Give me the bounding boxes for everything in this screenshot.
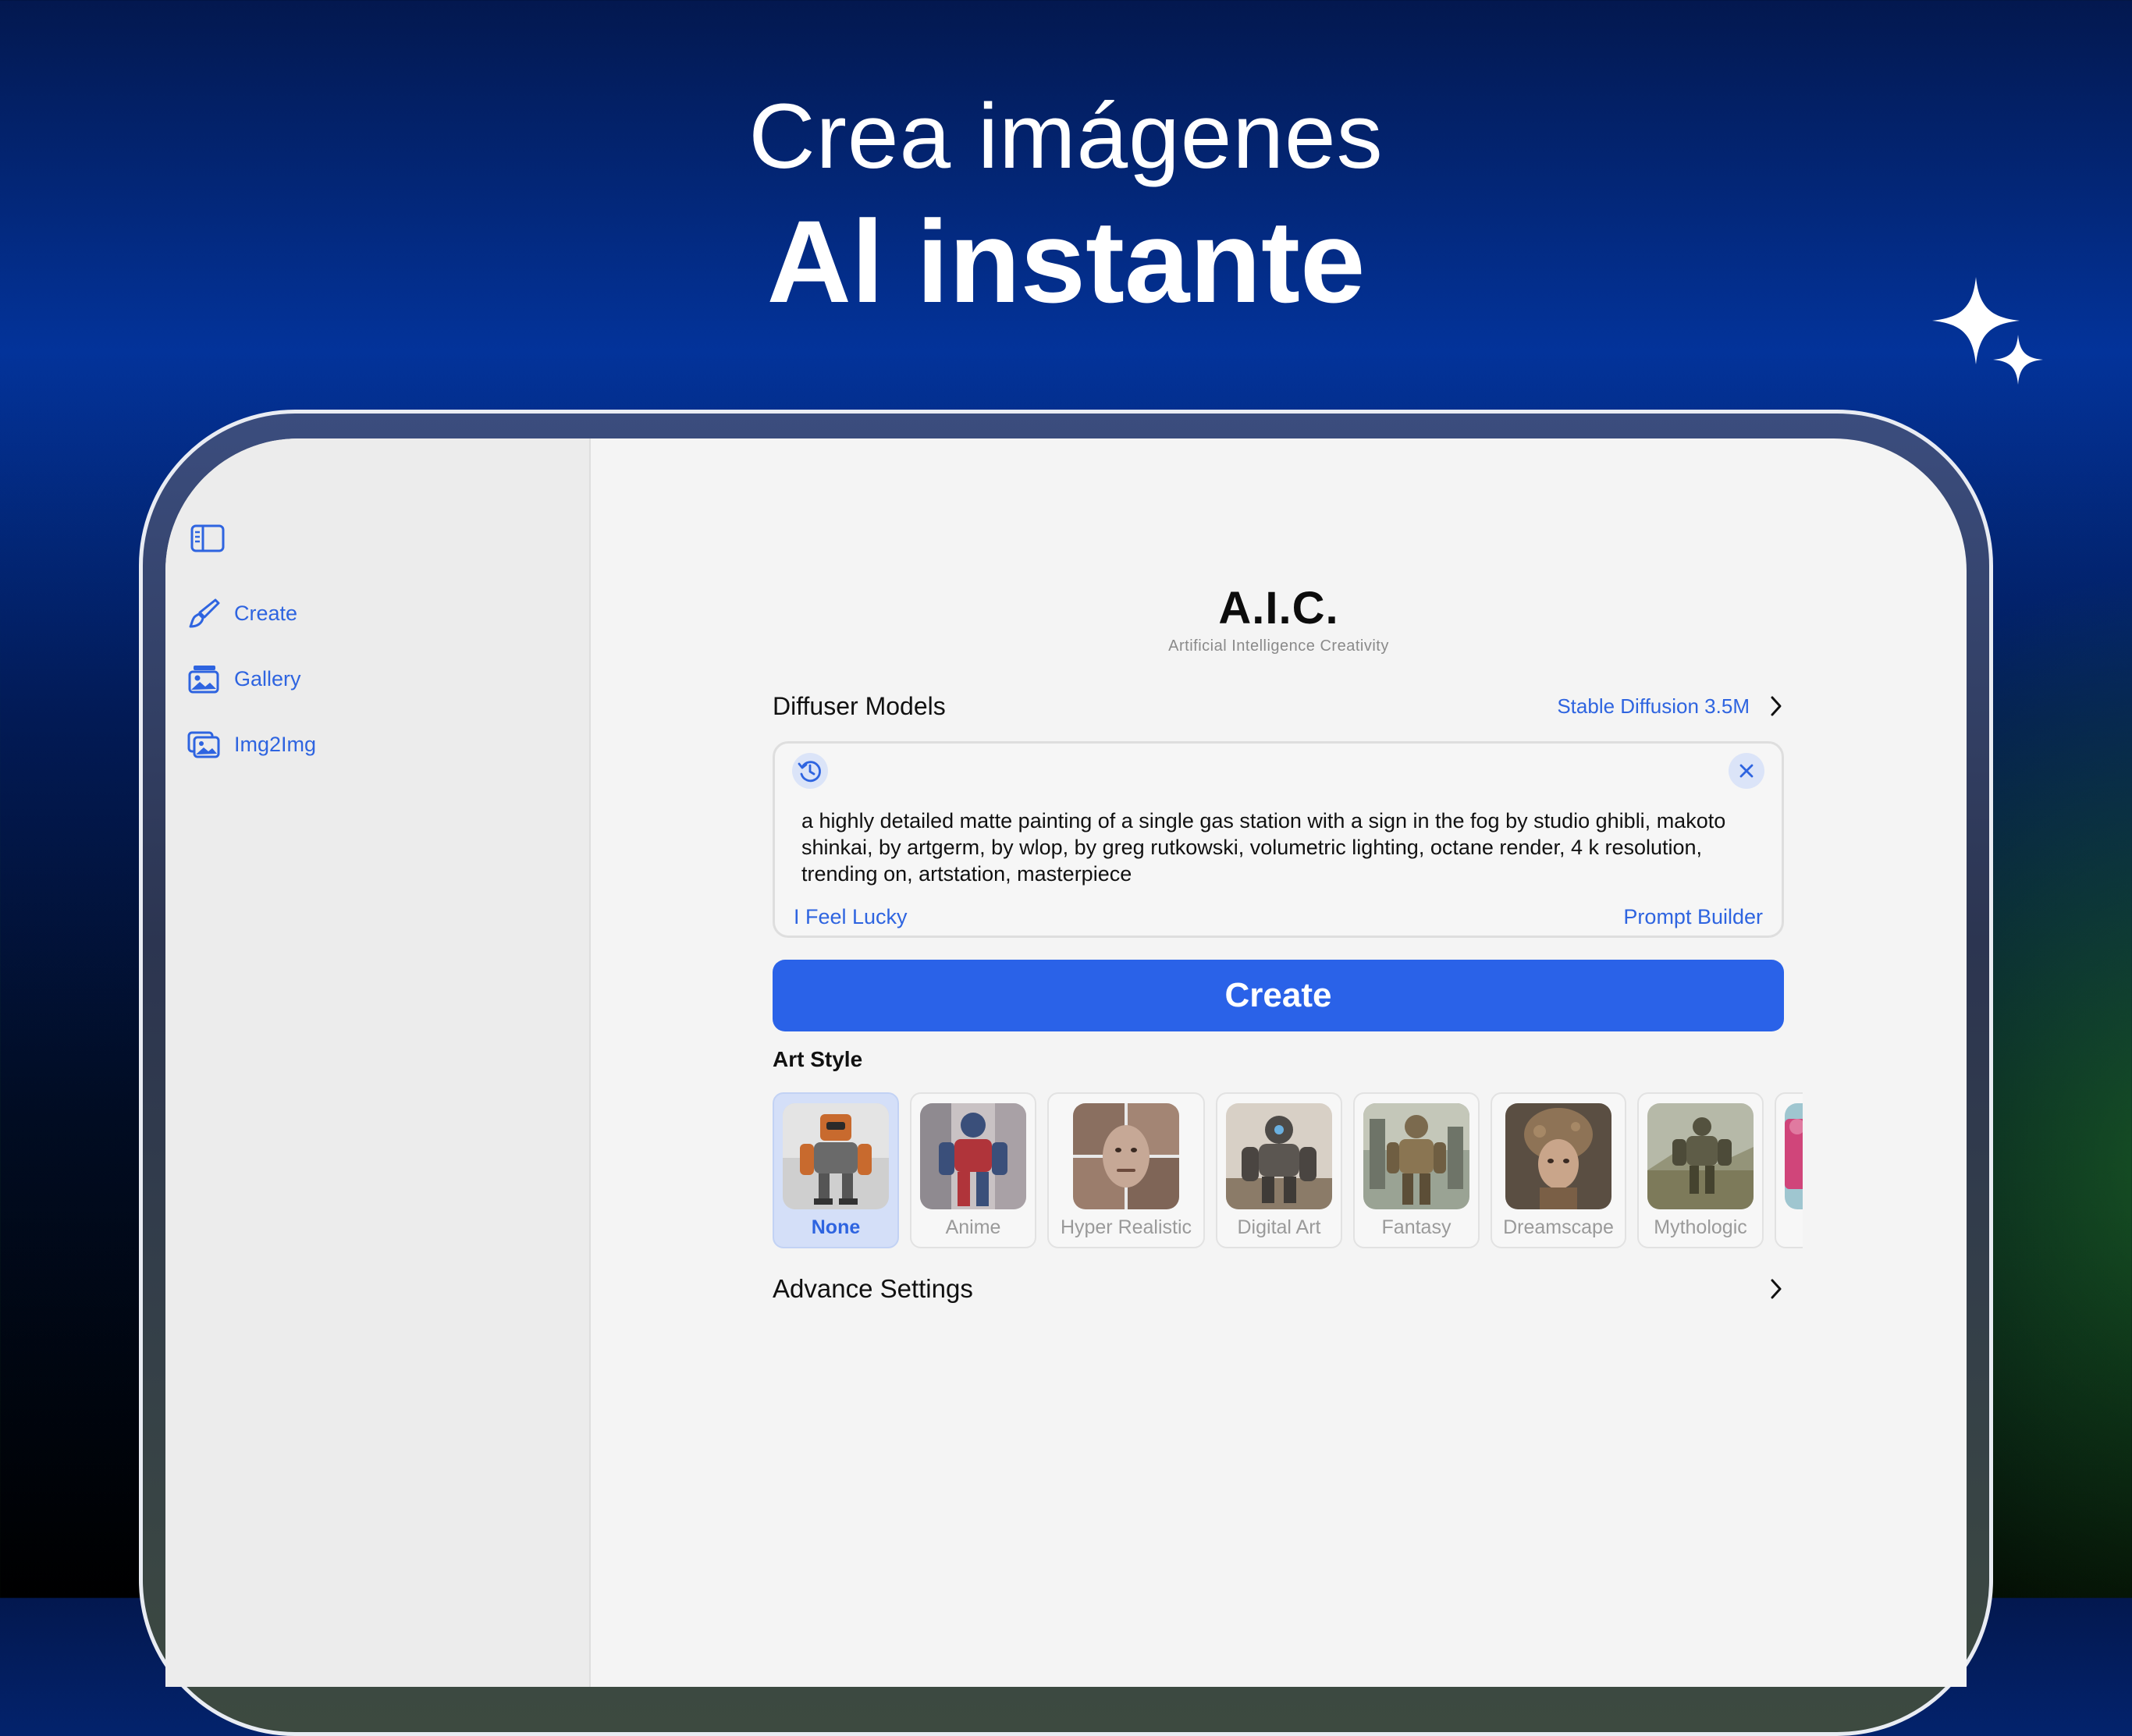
sidebar-item-gallery[interactable]: Gallery xyxy=(187,655,301,702)
history-button[interactable] xyxy=(792,753,828,789)
app-screen: Create Gallery Img2Img A.I.C. Artificial… xyxy=(165,438,1967,1687)
prompt-input[interactable]: a highly detailed matte painting of a si… xyxy=(801,808,1750,887)
paintbrush-icon xyxy=(189,598,220,628)
chevron-right-icon xyxy=(1771,1279,1782,1299)
sidebar-item-img2img[interactable]: Img2Img xyxy=(187,721,316,768)
chevron-right-icon xyxy=(1771,696,1782,716)
style-card-anime[interactable]: Anime xyxy=(910,1092,1036,1248)
hero-title: Crea imágenes xyxy=(748,85,1384,188)
prompt-box: a highly detailed matte painting of a si… xyxy=(773,741,1784,938)
photo-stack-icon xyxy=(187,731,220,758)
style-thumbnail-dreamscape xyxy=(1505,1103,1611,1209)
style-label: Mythologic xyxy=(1654,1216,1747,1238)
style-label: Dreamscape xyxy=(1503,1216,1614,1238)
art-style-title: Art Style xyxy=(773,1047,863,1071)
style-label: Anime xyxy=(945,1216,1001,1238)
sidebar: Create Gallery Img2Img xyxy=(165,438,591,1687)
style-label: Digital Art xyxy=(1237,1216,1321,1238)
model-selector[interactable]: Stable Diffusion 3.5M xyxy=(1557,694,1784,719)
diffuser-models-label: Diffuser Models xyxy=(773,691,946,720)
style-thumbnail-none xyxy=(783,1103,889,1209)
style-label: None xyxy=(811,1216,861,1238)
app-logo-subtitle: Artificial Intelligence Creativity xyxy=(1168,637,1389,655)
sidebar-item-label: Img2Img xyxy=(234,732,317,756)
style-thumbnail-fantasy xyxy=(1363,1103,1469,1209)
hero-subtitle: Al instante xyxy=(766,196,1366,327)
photo-icon xyxy=(188,666,219,694)
sidebar-item-label: Gallery xyxy=(234,666,301,690)
style-thumbnail-mythologic xyxy=(1647,1103,1754,1209)
sidebar-toggle-icon[interactable] xyxy=(190,524,225,552)
selected-model: Stable Diffusion 3.5M xyxy=(1557,694,1750,718)
style-label: Fantasy xyxy=(1381,1216,1452,1238)
brand-header: A.I.C. Artificial Intelligence Creativit… xyxy=(591,583,1967,655)
style-card-mythologic[interactable]: Mythologic xyxy=(1637,1092,1764,1248)
create-button[interactable]: Create xyxy=(773,960,1784,1031)
prompt-builder-button[interactable]: Prompt Builder xyxy=(1623,905,1763,929)
clear-prompt-button[interactable] xyxy=(1729,753,1764,789)
style-thumbnail-partial xyxy=(1785,1103,1803,1209)
sidebar-item-create[interactable]: Create xyxy=(187,590,297,637)
style-thumbnail-digital-art xyxy=(1226,1103,1332,1209)
close-icon xyxy=(1739,764,1754,778)
style-card-hyper-realistic[interactable]: Hyper Realistic xyxy=(1047,1092,1205,1248)
style-label: Hyper Realistic xyxy=(1060,1216,1192,1238)
diffuser-models-row[interactable]: Diffuser Models Stable Diffusion 3.5M xyxy=(773,687,1784,726)
advance-settings-label: Advance Settings xyxy=(773,1274,973,1303)
style-card-dreamscape[interactable]: Dreamscape xyxy=(1491,1092,1626,1248)
style-card-fantasy[interactable]: Fantasy xyxy=(1353,1092,1480,1248)
style-thumbnail-hyper-realistic xyxy=(1073,1103,1179,1209)
history-icon xyxy=(798,761,821,783)
feel-lucky-button[interactable]: I Feel Lucky xyxy=(794,905,908,929)
app-logo-title: A.I.C. xyxy=(1218,583,1339,634)
sparkles-icon xyxy=(1932,277,2043,385)
style-thumbnail-anime xyxy=(920,1103,1026,1209)
style-card-digital-art[interactable]: Digital Art xyxy=(1216,1092,1342,1248)
style-card-none[interactable]: None xyxy=(773,1092,899,1248)
style-card-partial[interactable] xyxy=(1775,1092,1803,1248)
sidebar-item-label: Create xyxy=(234,601,298,625)
art-style-list[interactable]: None Anime Hyper Realistic Digital Art F… xyxy=(773,1092,1803,1252)
main-content: A.I.C. Artificial Intelligence Creativit… xyxy=(591,438,1967,1687)
advance-settings-row[interactable]: Advance Settings xyxy=(773,1269,1784,1308)
